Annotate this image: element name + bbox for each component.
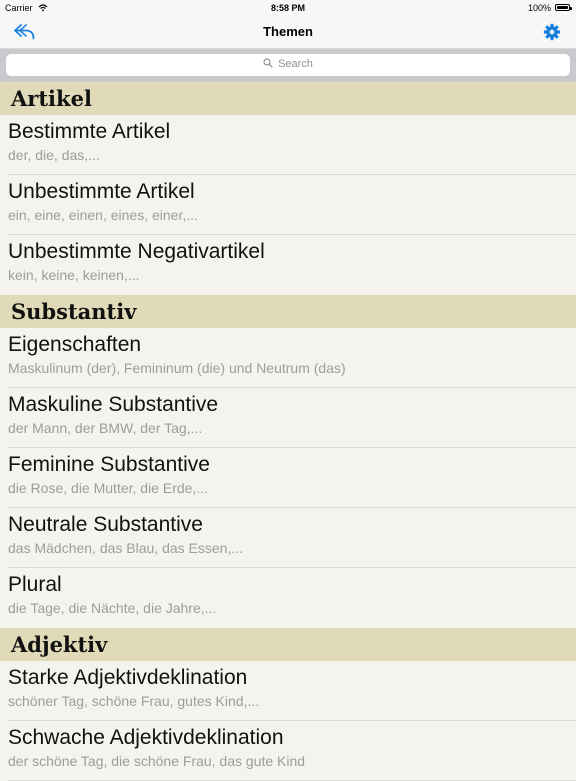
row-subtitle: ein, eine, einen, eines, einer,...	[8, 207, 198, 223]
row-title: Plural	[8, 573, 62, 596]
status-bar: Carrier 8:58 PM 100%	[0, 0, 576, 16]
row-subtitle: das Mädchen, das Blau, das Essen,...	[8, 540, 244, 556]
battery-icon	[555, 4, 572, 11]
row-title: Neutrale Substantive	[8, 513, 203, 536]
page-title: Themen	[263, 24, 313, 39]
list-item[interactable]: Unbestimmte Negativartikel kein, keine, …	[0, 235, 576, 295]
list-item[interactable]: Bestimmte Artikel der, die, das,...	[0, 115, 576, 175]
row-title: Feminine Substantive	[8, 453, 210, 476]
list-item[interactable]: Unbestimmte Artikel ein, eine, einen, ei…	[0, 175, 576, 235]
row-subtitle: die Rose, die Mutter, die Erde,...	[8, 480, 208, 496]
list-item[interactable]: Feminine Substantive die Rose, die Mutte…	[0, 448, 576, 508]
row-title: Maskuline Substantive	[8, 393, 219, 416]
list-item[interactable]: Neutrale Substantive das Mädchen, das Bl…	[0, 508, 576, 568]
section-header-adjektiv: Adjektiv	[0, 628, 576, 661]
search-bar: Search	[0, 49, 576, 82]
row-title: Starke Adjektivdeklination	[8, 666, 248, 689]
section-header-substantiv: Substantiv	[0, 295, 576, 328]
gear-icon[interactable]	[543, 23, 561, 41]
section-header-artikel: Artikel	[0, 82, 576, 115]
search-input[interactable]: Search	[6, 54, 570, 76]
list-item[interactable]: Plural die Tage, die Nächte, die Jahre,.…	[0, 568, 576, 628]
row-subtitle: der Mann, der BMW, der Tag,...	[8, 420, 203, 436]
search-placeholder: Search	[278, 58, 313, 70]
list-item[interactable]: Eigenschaften Maskulinum (der), Femininu…	[0, 328, 576, 388]
row-subtitle: die Tage, die Nächte, die Jahre,...	[8, 600, 217, 616]
navigation-bar: Themen	[0, 16, 576, 49]
list-item[interactable]: Maskuline Substantive der Mann, der BMW,…	[0, 388, 576, 448]
row-subtitle: kein, keine, keinen,...	[8, 267, 140, 283]
row-subtitle: Maskulinum (der), Femininum (die) und Ne…	[8, 360, 346, 376]
battery-percent: 100%	[527, 3, 551, 13]
row-title: Eigenschaften	[8, 333, 142, 356]
topic-list: Artikel Bestimmte Artikel der, die, das,…	[0, 82, 576, 781]
list-item[interactable]: Schwache Adjektivdeklination der schöne …	[0, 721, 576, 781]
row-title: Schwache Adjektivdeklination	[8, 726, 284, 749]
row-subtitle: schöner Tag, schöne Frau, gutes Kind,...	[8, 693, 260, 709]
status-time: 8:58 PM	[270, 3, 305, 13]
row-subtitle: der schöne Tag, die schöne Frau, das gut…	[8, 753, 306, 769]
row-title: Unbestimmte Negativartikel	[8, 240, 265, 263]
row-title: Unbestimmte Artikel	[8, 180, 195, 203]
row-subtitle: der, die, das,...	[8, 147, 100, 163]
list-item[interactable]: Starke Adjektivdeklination schöner Tag, …	[0, 661, 576, 721]
search-icon	[263, 58, 273, 68]
row-title: Bestimmte Artikel	[8, 120, 171, 143]
